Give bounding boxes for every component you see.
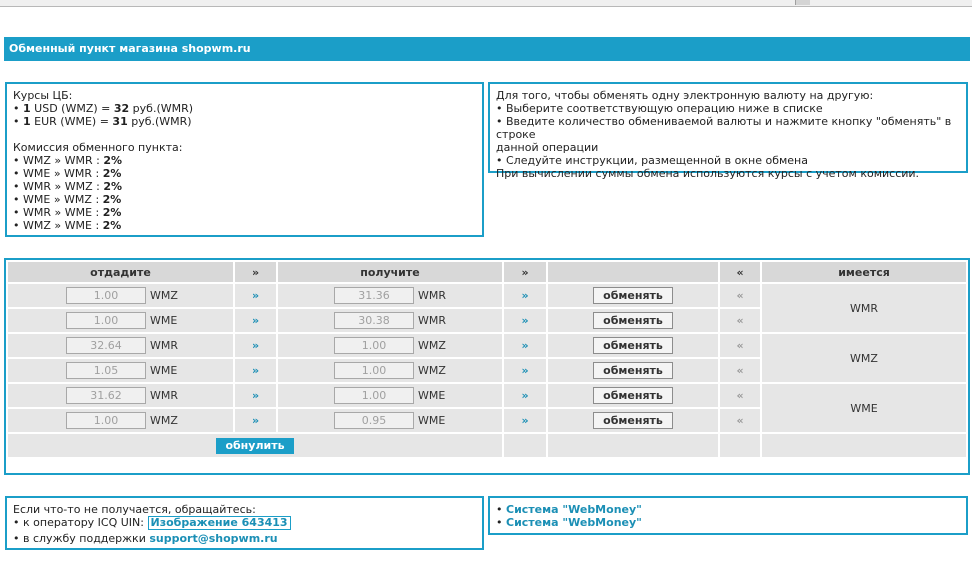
page-title: Обменный пункт магазина shopwm.ru xyxy=(4,37,970,61)
table-row: 31.62 WMR » 1.00 WME » обменять « WME xyxy=(8,384,966,432)
table-footer-row: обнулить xyxy=(8,434,966,457)
instructions-note: При вычислении суммы обмена используются… xyxy=(496,167,920,180)
give-amount-input[interactable]: 1.00 xyxy=(66,287,146,304)
icq-status-image[interactable]: Изображение 643413 xyxy=(147,516,291,530)
have-currency: WME xyxy=(762,384,966,432)
have-currency: WMZ xyxy=(762,334,966,382)
exchange-button[interactable]: обменять xyxy=(593,387,673,404)
rates-title: Курсы ЦБ: xyxy=(13,89,73,102)
arrow-right-icon: » xyxy=(504,284,546,307)
arrow-left-icon: « xyxy=(720,384,760,407)
get-currency: WMZ xyxy=(418,339,446,352)
give-amount-input[interactable]: 1.00 xyxy=(66,312,146,329)
give-amount-input[interactable]: 1.05 xyxy=(66,362,146,379)
instructions-panel: Для того, чтобы обменять одну электронну… xyxy=(488,82,968,180)
commission-item: • WME » WMZ : 2% xyxy=(13,193,122,206)
contact-title: Если что-то не получается, обращайтесь: xyxy=(13,503,256,516)
give-currency: WME xyxy=(150,314,178,327)
table-header-row: отдадите » получите » « имеется xyxy=(8,262,966,282)
support-email-link[interactable]: support@shopwm.ru xyxy=(149,532,277,545)
give-currency: WME xyxy=(150,364,178,377)
arrow-left-icon: « xyxy=(720,309,760,332)
get-amount-input[interactable]: 1.00 xyxy=(334,362,414,379)
commission-item: • WMR » WME : 2% xyxy=(13,206,122,219)
commission-item: • WMR » WMZ : 2% xyxy=(13,180,123,193)
arrow-right-icon: » xyxy=(504,359,546,382)
arrow-right-icon: » xyxy=(504,334,546,357)
browser-top-edge xyxy=(0,0,972,7)
arrow-left-icon: « xyxy=(720,262,760,282)
commission-item: • WMZ » WMR : 2% xyxy=(13,154,123,167)
rate-item: • 1 EUR (WME) = 31 руб.(WMR) xyxy=(13,115,192,128)
give-currency: WMZ xyxy=(150,414,178,427)
arrow-right-icon: » xyxy=(504,309,546,332)
arrow-right-icon: » xyxy=(235,284,276,307)
instruction-step: • Введите количество обмениваемой валюты… xyxy=(496,115,952,141)
reset-button[interactable]: обнулить xyxy=(216,437,294,454)
rates-panel: Курсы ЦБ: • 1 USD (WMZ) = 32 руб.(WMR) •… xyxy=(5,82,484,237)
contact-support: • в службу поддержки support@shopwm.ru xyxy=(13,532,278,545)
get-currency: WMR xyxy=(418,314,447,327)
arrow-right-icon: » xyxy=(235,409,276,432)
arrow-right-icon: » xyxy=(504,409,546,432)
arrow-left-icon: « xyxy=(720,334,760,357)
commission-title: Комиссия обменного пункта: xyxy=(13,141,183,154)
give-currency: WMZ xyxy=(150,289,178,302)
arrow-right-icon: » xyxy=(235,334,276,357)
instruction-step: • Выберите соответствующую операцию ниже… xyxy=(496,102,823,115)
webmoney-link[interactable]: Система "WebMoney" xyxy=(506,516,642,529)
exchange-button[interactable]: обменять xyxy=(593,362,673,379)
arrow-right-icon: » xyxy=(235,359,276,382)
header-give: отдадите xyxy=(8,262,233,282)
table-row: 32.64 WMR » 1.00 WMZ » обменять « WMZ xyxy=(8,334,966,382)
get-currency: WME xyxy=(418,389,446,402)
exchange-table-panel: отдадите » получите » « имеется 1.00 WMZ … xyxy=(4,258,970,475)
exchange-button[interactable]: обменять xyxy=(593,337,673,354)
get-currency: WMZ xyxy=(418,364,446,377)
header-get: получите xyxy=(278,262,502,282)
arrow-right-icon: » xyxy=(504,384,546,407)
rate-item: • 1 USD (WMZ) = 32 руб.(WMR) xyxy=(13,102,194,115)
arrow-left-icon: « xyxy=(720,409,760,432)
exchange-table: отдадите » получите » « имеется 1.00 WMZ … xyxy=(6,260,968,459)
give-amount-input[interactable]: 32.64 xyxy=(66,337,146,354)
header-have: имеется xyxy=(762,262,966,282)
give-currency: WMR xyxy=(150,389,179,402)
links-panel: • Система "WebMoney" • Система "WebMoney… xyxy=(488,496,968,535)
webmoney-link[interactable]: Система "WebMoney" xyxy=(506,503,642,516)
scrollbar-thumb[interactable] xyxy=(795,0,810,5)
exchange-button[interactable]: обменять xyxy=(593,312,673,329)
instruction-step-cont: данной операции xyxy=(496,141,599,154)
get-currency: WMR xyxy=(418,289,447,302)
get-amount-input[interactable]: 31.36 xyxy=(334,287,414,304)
get-amount-input[interactable]: 1.00 xyxy=(334,387,414,404)
list-item: • Система "WebMoney" xyxy=(496,503,642,516)
get-amount-input[interactable]: 30.38 xyxy=(334,312,414,329)
exchange-button[interactable]: обменять xyxy=(593,412,673,429)
contact-panel: Если что-то не получается, обращайтесь: … xyxy=(5,496,484,550)
instruction-step: • Следуйте инструкции, размещенной в окн… xyxy=(496,154,808,167)
get-amount-input[interactable]: 1.00 xyxy=(334,337,414,354)
have-currency: WMR xyxy=(762,284,966,332)
instructions-title: Для того, чтобы обменять одну электронну… xyxy=(496,89,874,102)
give-amount-input[interactable]: 31.62 xyxy=(66,387,146,404)
arrow-right-icon: » xyxy=(504,262,546,282)
arrow-left-icon: « xyxy=(720,359,760,382)
get-amount-input[interactable]: 0.95 xyxy=(334,412,414,429)
give-amount-input[interactable]: 1.00 xyxy=(66,412,146,429)
arrow-right-icon: » xyxy=(235,384,276,407)
list-item: • Система "WebMoney" xyxy=(496,516,642,529)
exchange-button[interactable]: обменять xyxy=(593,287,673,304)
commission-item: • WMZ » WME : 2% xyxy=(13,219,122,232)
header-action xyxy=(548,262,718,282)
commission-item: • WME » WMR : 2% xyxy=(13,167,122,180)
contact-icq: • к оператору ICQ UIN: Изображение 64341… xyxy=(13,516,476,530)
arrow-left-icon: « xyxy=(720,284,760,307)
arrow-right-icon: » xyxy=(235,262,276,282)
arrow-right-icon: » xyxy=(235,309,276,332)
give-currency: WMR xyxy=(150,339,179,352)
table-row: 1.00 WMZ » 31.36 WMR » обменять « WMR xyxy=(8,284,966,332)
get-currency: WME xyxy=(418,414,446,427)
